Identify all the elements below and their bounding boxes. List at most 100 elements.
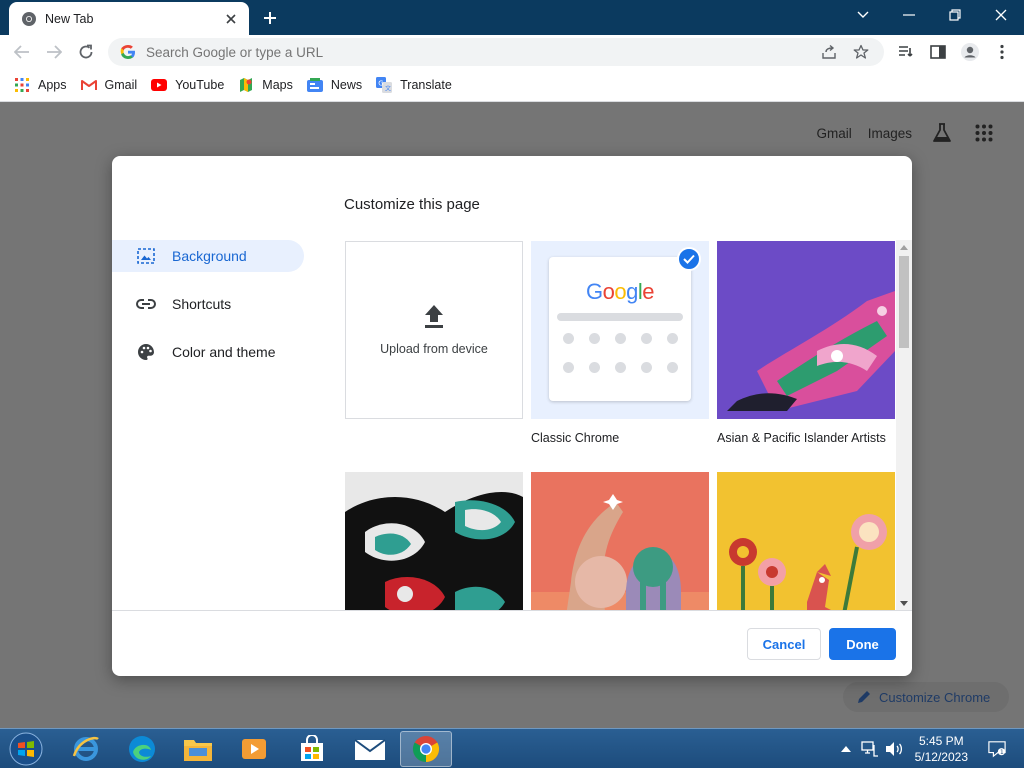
tile-api-artists[interactable]: Asian & Pacific Islander Artists [717, 241, 895, 446]
tile-classic-chrome[interactable]: Google Classic Chrome [531, 241, 709, 446]
omnibox-input[interactable] [146, 44, 808, 60]
action-center-icon[interactable]: 1 [988, 740, 1006, 758]
restore-button[interactable] [932, 0, 978, 30]
tile-upload[interactable]: Upload from device [345, 241, 523, 419]
background-grid: Upload from device Google Classic Chrome… [344, 240, 912, 610]
friends-art-thumb[interactable] [531, 472, 709, 610]
chevron-down-icon [857, 11, 869, 18]
google-apps-icon[interactable] [972, 121, 996, 145]
scrollbar-thumb[interactable] [899, 256, 909, 348]
tab-close-icon[interactable] [223, 11, 239, 27]
images-link[interactable]: Images [868, 126, 912, 141]
bookmarks-bar: Apps Gmail YouTube Maps News G文 Translat… [0, 69, 1024, 102]
restore-icon [949, 9, 961, 21]
bookmark-label: YouTube [175, 78, 225, 92]
taskbar-clock[interactable]: 5:45 PM 5/12/2023 [915, 733, 968, 765]
chrome-favicon-icon [22, 11, 36, 26]
reading-list-icon[interactable] [894, 40, 918, 64]
internet-explorer-icon [72, 736, 99, 761]
upload-icon [425, 305, 443, 328]
network-icon[interactable] [860, 740, 879, 758]
sidebar-item-background[interactable]: Background [112, 240, 304, 272]
dialog-footer-divider [112, 610, 912, 611]
customize-chrome-button[interactable]: Customize Chrome [843, 682, 1009, 712]
reload-icon [79, 44, 93, 59]
upload-thumb[interactable]: Upload from device [345, 241, 523, 419]
browser-toolbar [0, 35, 1024, 69]
taskbar-chrome[interactable] [400, 731, 452, 767]
gmail-icon [80, 77, 97, 93]
forward-button[interactable] [41, 39, 67, 65]
close-window-button[interactable] [978, 0, 1024, 30]
taskbar-edge[interactable] [116, 731, 168, 767]
tab-search-button[interactable] [840, 0, 886, 30]
start-button[interactable] [4, 730, 48, 768]
taskbar-explorer[interactable] [172, 731, 224, 767]
customize-chrome-label: Customize Chrome [879, 689, 991, 705]
youtube-icon [151, 77, 168, 93]
omnibox[interactable] [108, 38, 884, 66]
classic-chrome-thumb[interactable]: Google [531, 241, 709, 419]
customize-sidebar: Background Shortcuts Color and theme [112, 240, 312, 384]
classic-preview-card: Google [549, 257, 691, 401]
scroll-down-arrow-icon[interactable] [899, 598, 909, 608]
bookmark-youtube[interactable]: YouTube [151, 77, 224, 93]
sidebar-item-shortcuts[interactable]: Shortcuts [112, 288, 304, 320]
grid-scrollbar[interactable] [896, 240, 912, 610]
mail-icon [354, 739, 386, 760]
tile-friends-art[interactable] [531, 472, 709, 610]
flowers-art-thumb[interactable] [717, 472, 895, 610]
sidebar-item-color-theme[interactable]: Color and theme [112, 336, 304, 368]
bookmark-star-icon[interactable] [850, 41, 872, 63]
back-button[interactable] [9, 39, 35, 65]
ntp-header-links: Gmail Images [800, 121, 996, 145]
bookmark-gmail[interactable]: Gmail [80, 77, 137, 93]
done-button[interactable]: Done [829, 628, 896, 660]
api-artwork-image [717, 241, 895, 419]
api-artists-thumb[interactable] [717, 241, 895, 419]
bookmark-translate[interactable]: G文 Translate [376, 77, 452, 93]
tab-new-tab[interactable]: New Tab [9, 2, 249, 35]
edge-icon [129, 736, 155, 762]
more-menu-icon[interactable] [990, 40, 1014, 64]
native-art-thumb[interactable] [345, 472, 523, 610]
gmail-link[interactable]: Gmail [816, 126, 851, 141]
minimize-button[interactable] [886, 0, 932, 30]
side-panel-icon[interactable] [926, 40, 950, 64]
tile-caption: Asian & Pacific Islander Artists [717, 431, 886, 445]
taskbar-media-player[interactable] [228, 731, 280, 767]
classic-google-logo: Google [585, 279, 655, 304]
folder-icon [184, 740, 212, 761]
apps-grid-icon [14, 77, 30, 93]
bookmark-apps[interactable]: Apps [14, 77, 67, 93]
bookmark-label: Translate [400, 78, 452, 92]
minimize-icon [903, 14, 915, 16]
reload-button[interactable] [73, 39, 99, 65]
svg-text:1: 1 [1000, 750, 1004, 756]
palette-icon [136, 342, 156, 362]
volume-icon[interactable] [885, 740, 903, 758]
tile-flowers-art[interactable] [717, 472, 895, 610]
pencil-icon [858, 691, 870, 703]
customize-dialog: Customize this page Background Shortcuts… [112, 156, 912, 676]
svg-text:G: G [378, 80, 383, 88]
bookmark-news[interactable]: News [306, 77, 362, 93]
profile-avatar-icon[interactable] [958, 40, 982, 64]
new-tab-button[interactable] [260, 8, 280, 28]
taskbar-store[interactable] [286, 731, 338, 767]
taskbar-ie[interactable] [60, 731, 112, 767]
bookmark-maps[interactable]: Maps [238, 77, 293, 93]
system-tray: 5:45 PM 5/12/2023 1 [831, 729, 1024, 768]
share-icon[interactable] [818, 41, 840, 63]
sidebar-item-label: Background [172, 248, 247, 264]
store-icon [301, 735, 323, 761]
show-hidden-icons-icon[interactable] [837, 740, 855, 758]
flowers-artwork-image [717, 472, 895, 610]
cancel-button[interactable]: Cancel [747, 628, 821, 660]
close-icon [995, 9, 1007, 21]
taskbar-mail[interactable] [344, 731, 396, 767]
tile-native-art[interactable] [345, 472, 523, 610]
labs-flask-icon[interactable] [930, 121, 954, 145]
selected-check-icon [677, 247, 701, 271]
scroll-up-arrow-icon[interactable] [899, 242, 909, 252]
